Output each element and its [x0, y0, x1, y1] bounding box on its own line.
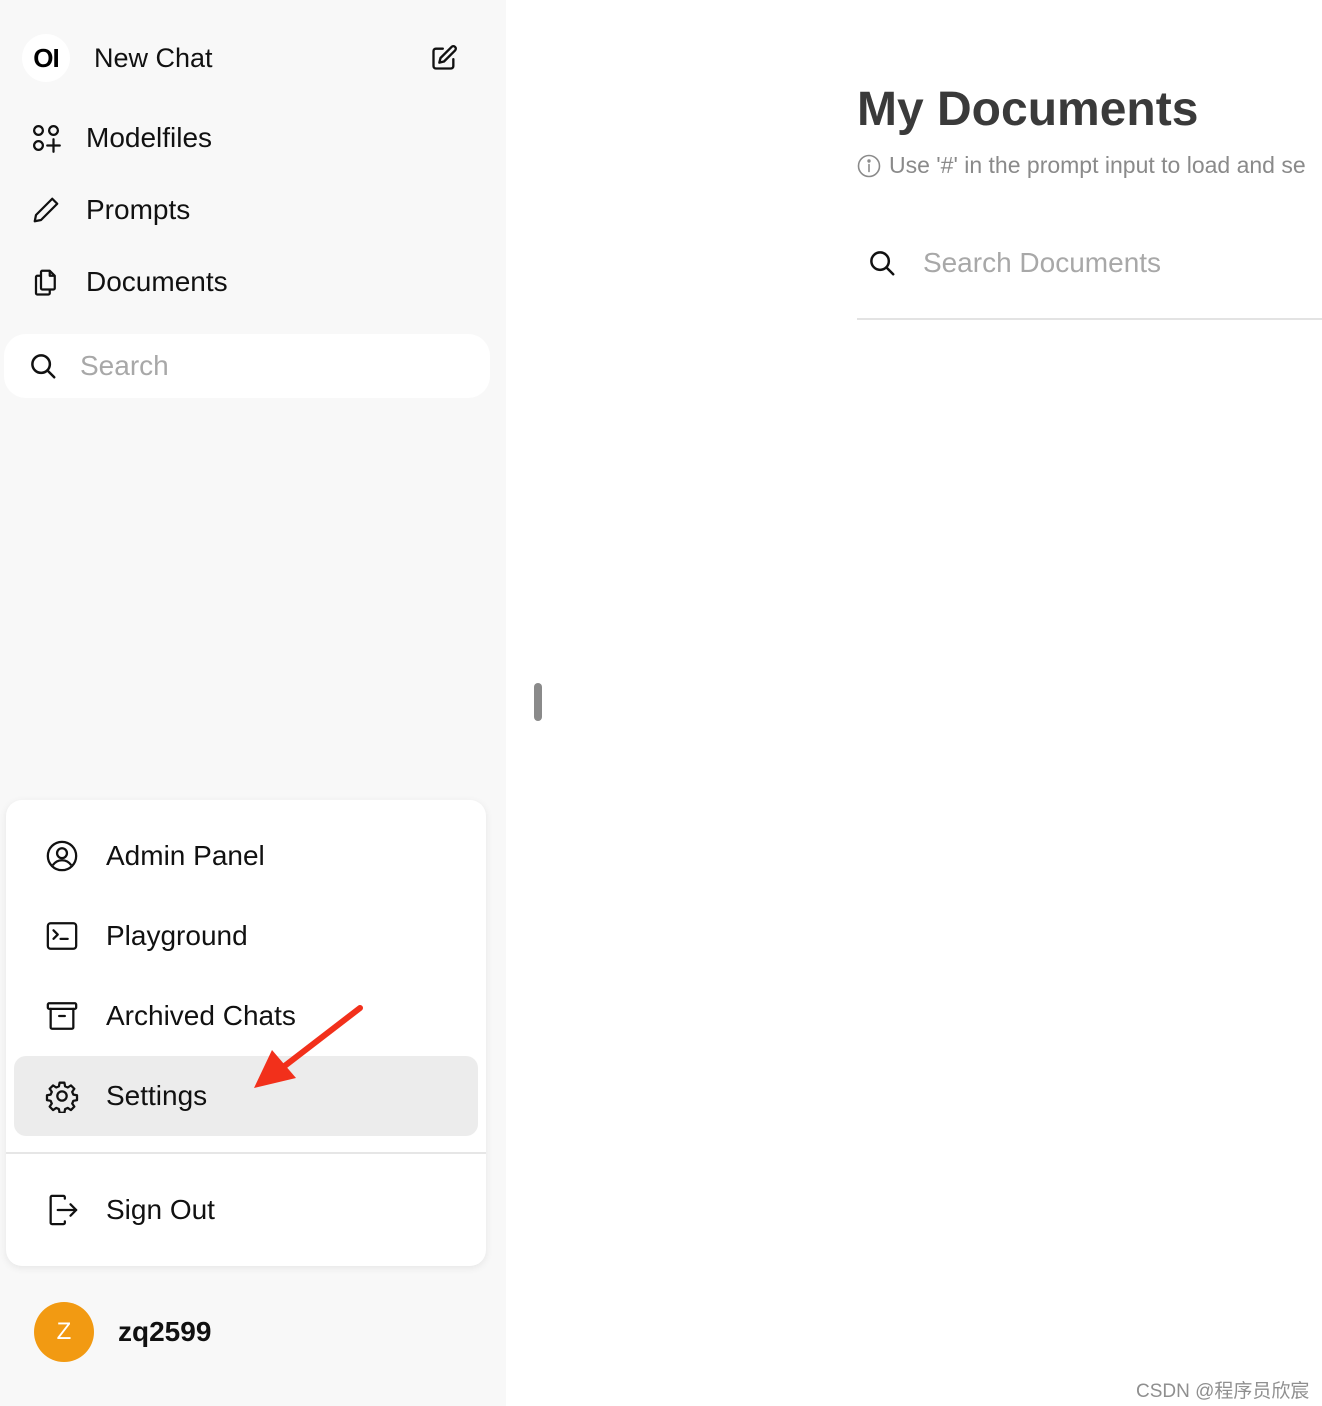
documents-search-input[interactable]	[922, 247, 1322, 279]
user-menu: Admin Panel Playground Archived Chats Se…	[6, 800, 486, 1266]
sidebar-item-label: Documents	[86, 266, 228, 297]
menu-item-label: Sign Out	[106, 1194, 215, 1225]
documents-icon	[30, 266, 62, 298]
user-profile-button[interactable]: Z zq2599	[34, 1302, 211, 1362]
info-icon	[857, 154, 881, 177]
app-root: OI New Chat Modelfiles Prompts Documents…	[0, 0, 1322, 1406]
new-chat-label: New Chat	[94, 42, 213, 73]
menu-item-label: Settings	[106, 1080, 208, 1111]
main-divider	[857, 318, 1322, 320]
menu-item-settings[interactable]: Settings	[14, 1056, 478, 1136]
sidebar-item-documents[interactable]: Documents	[30, 257, 228, 307]
watermark: CSDN @程序员欣宸	[1136, 1381, 1310, 1402]
username: zq2599	[118, 1316, 212, 1347]
sidebar-item-label: Modelfiles	[86, 122, 213, 153]
info-text: Use '#' in the prompt input to load and …	[889, 152, 1306, 178]
menu-item-playground[interactable]: Playground	[14, 896, 478, 976]
user-circle-icon	[44, 838, 80, 874]
sign-out-icon	[44, 1192, 80, 1228]
edit-icon[interactable]	[430, 44, 458, 72]
info-hint: Use '#' in the prompt input to load and …	[857, 152, 1322, 179]
modelfiles-icon	[30, 122, 62, 154]
sidebar-search	[4, 334, 490, 398]
menu-divider	[6, 1152, 486, 1154]
menu-item-sign-out[interactable]: Sign Out	[14, 1170, 478, 1250]
documents-search	[857, 232, 1322, 294]
page-title: My Documents	[857, 83, 1199, 136]
sidebar: OI New Chat Modelfiles Prompts Documents…	[0, 0, 506, 1406]
sidebar-item-prompts[interactable]: Prompts	[30, 185, 190, 235]
menu-item-label: Playground	[106, 920, 248, 951]
avatar: Z	[34, 1302, 94, 1362]
menu-item-admin-panel[interactable]: Admin Panel	[14, 816, 478, 896]
archive-icon	[44, 998, 80, 1034]
search-icon	[870, 251, 895, 276]
sidebar-item-modelfiles[interactable]: Modelfiles	[30, 113, 212, 163]
search-icon	[31, 354, 56, 379]
menu-item-label: Archived Chats	[106, 1000, 296, 1031]
terminal-icon	[44, 918, 80, 954]
new-chat-button[interactable]: OI New Chat	[22, 34, 472, 82]
app-logo: OI	[22, 34, 70, 82]
sidebar-resize-handle[interactable]	[534, 683, 542, 721]
sidebar-item-label: Prompts	[86, 194, 191, 225]
menu-item-archived-chats[interactable]: Archived Chats	[14, 976, 478, 1056]
menu-item-label: Admin Panel	[106, 840, 265, 871]
gear-icon	[44, 1078, 80, 1114]
sidebar-search-input[interactable]	[80, 350, 460, 382]
pencil-icon	[30, 194, 62, 226]
